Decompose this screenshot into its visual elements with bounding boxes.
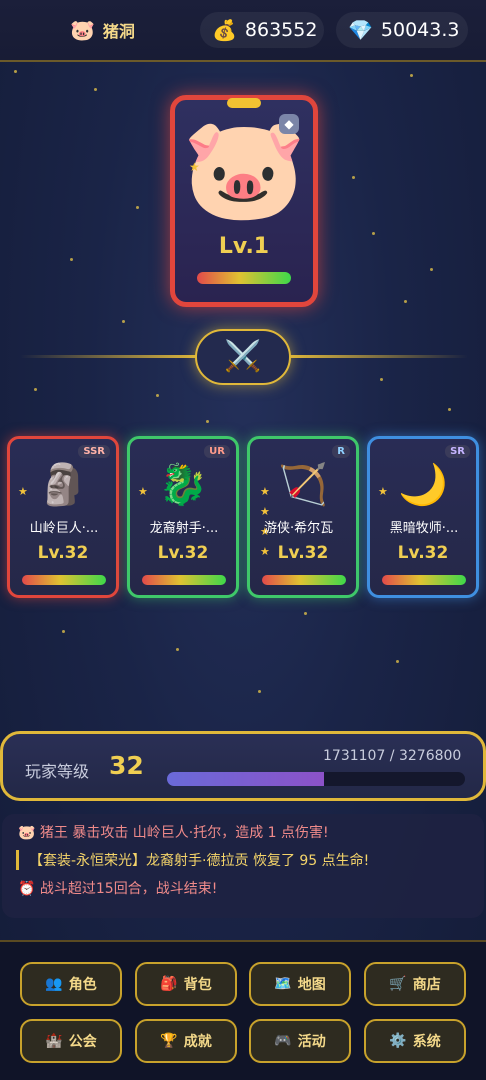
team-card-3[interactable]: R 🏹 ★ ★ ★ ★ 游侠·希尔瓦 Lv.32 [247,436,359,598]
background-star [176,648,179,651]
nav-button-map[interactable]: 🗺️ 地图 [249,962,351,1006]
nav-label: 成就 [183,1034,212,1050]
log-entry: 【套装-永恒荣光】龙裔射手·德拉贡 恢复了 95 点生命! [16,850,369,870]
player-level-panel: 玩家等级 32 1731107 / 3276800 [0,731,486,801]
divider-left [20,355,200,358]
log-entry: ⏰ 战斗超过15回合，战斗结束! [18,881,218,897]
background-star [448,408,451,411]
gear-icon: ⚙️ [389,1033,407,1049]
hero-hp-bar [382,575,466,585]
background-star [258,690,261,693]
pig-icon: 🐷 [70,18,95,42]
backpack-icon: 🎒 [160,976,178,992]
hero-level: Lv.32 [37,543,89,563]
nav-button-guild[interactable]: 🏰 公会 [20,1019,122,1063]
nav-button-system[interactable]: ⚙️ 系统 [364,1019,466,1063]
nav-label: 地图 [297,977,326,993]
background-star [62,630,65,633]
location-label: 猪洞 [102,22,135,41]
gold-counter[interactable]: 💰 863552 [200,12,324,48]
star-icon: ★ [378,485,388,498]
trophy-icon: 🏆 [160,1033,178,1049]
money-bag-icon: 💰 [212,18,237,42]
rarity-badge: R [332,445,350,458]
background-star [70,258,73,261]
crossed-swords-icon[interactable]: ⚔️ [195,329,291,385]
hero-name: 游侠·希尔瓦 [264,521,334,536]
nav-label: 商店 [412,977,441,993]
background-star [14,70,17,73]
nav-button-bag[interactable]: 🎒 背包 [135,962,237,1006]
background-star [396,660,399,663]
hero-name: 山岭巨人·... [29,521,99,536]
rarity-badge: SR [445,445,470,458]
team-card-1[interactable]: SSR 🗿 ★ 山岭巨人·... Lv.32 [7,436,119,598]
battle-log: 🐷 猪王 暴击攻击 山岭巨人·托尔，造成 1 点伤害! 【套装-永恒荣光】龙裔射… [2,814,484,918]
background-star [34,388,37,391]
top-bar: 🐷 猪洞 💰 863552 💎 50043.3 [0,0,486,62]
player-level-label: 玩家等级 [25,762,90,781]
hero-level: Lv.32 [277,543,329,563]
xp-bar-fill [167,772,325,786]
rarity-badge: SSR [78,445,110,458]
location[interactable]: 🐷 猪洞 [70,18,135,42]
gem-icon: 💎 [348,18,373,42]
gem-badge-icon: ◆ [279,114,299,134]
rarity-badge: UR [204,445,230,458]
background-star [352,176,355,179]
background-star [206,420,209,423]
hero-hp-bar [22,575,106,585]
star-icon: ★ [18,485,28,498]
people-icon: 👥 [45,976,63,992]
nav-label: 角色 [68,977,97,993]
hero-level: Lv.32 [157,543,209,563]
star-icon: ★ [138,485,148,498]
hero-hp-bar [262,575,346,585]
background-star [122,320,125,323]
nav-button-achievements[interactable]: 🏆 成就 [135,1019,237,1063]
hero-name: 黑暗牧师·... [389,521,459,536]
team-card-4[interactable]: SR 🌙 ★ 黑暗牧师·... Lv.32 [367,436,479,598]
log-entry: 🐷 猪王 暴击攻击 山岭巨人·托尔，造成 1 点伤害! [18,825,329,841]
boss-hp-bar [197,272,291,284]
hero-level: Lv.32 [397,543,449,563]
background-star [410,74,413,77]
map-icon: 🗺️ [274,976,292,992]
nav-button-character[interactable]: 👥 角色 [20,962,122,1006]
boss-card[interactable]: 🐷 ◆ ★ Lv.1 [170,95,318,307]
xp-text: 1731107 / 3276800 [323,748,462,764]
nav-button-events[interactable]: 🎮 活动 [249,1019,351,1063]
background-star [136,206,139,209]
boss-level: Lv.1 [218,234,270,259]
nav-label: 系统 [412,1034,441,1050]
bottom-nav: 👥 角色 🎒 背包 🗺️ 地图 🛒 商店 🏰 公会 🏆 成就 🎮 活动 ⚙️ 系… [0,940,486,1080]
gamepad-icon: 🎮 [274,1033,292,1049]
nav-label: 背包 [183,977,212,993]
background-star [156,394,159,397]
star-icon: ★ [189,160,200,174]
nav-label: 公会 [68,1034,97,1050]
gem-counter[interactable]: 💎 50043.3 [336,12,468,48]
background-star [372,232,375,235]
team-card-2[interactable]: UR 🐉 ★ 龙裔射手·... Lv.32 [127,436,239,598]
gem-amount: 50043.3 [380,19,460,41]
divider-right [288,355,468,358]
player-level-value: 32 [109,751,144,780]
nav-label: 活动 [297,1034,326,1050]
background-star [380,378,383,381]
hero-name: 龙裔射手·... [149,521,219,536]
background-star [404,300,407,303]
background-star [430,268,433,271]
background-star [94,88,97,91]
nav-button-shop[interactable]: 🛒 商店 [364,962,466,1006]
star-icon: ★ [260,485,270,498]
crown-icon [227,98,261,108]
xp-bar [167,772,465,786]
background-star [304,612,307,615]
hero-hp-bar [142,575,226,585]
castle-icon: 🏰 [45,1033,63,1049]
gold-amount: 863552 [244,19,318,41]
cart-icon: 🛒 [389,976,407,992]
